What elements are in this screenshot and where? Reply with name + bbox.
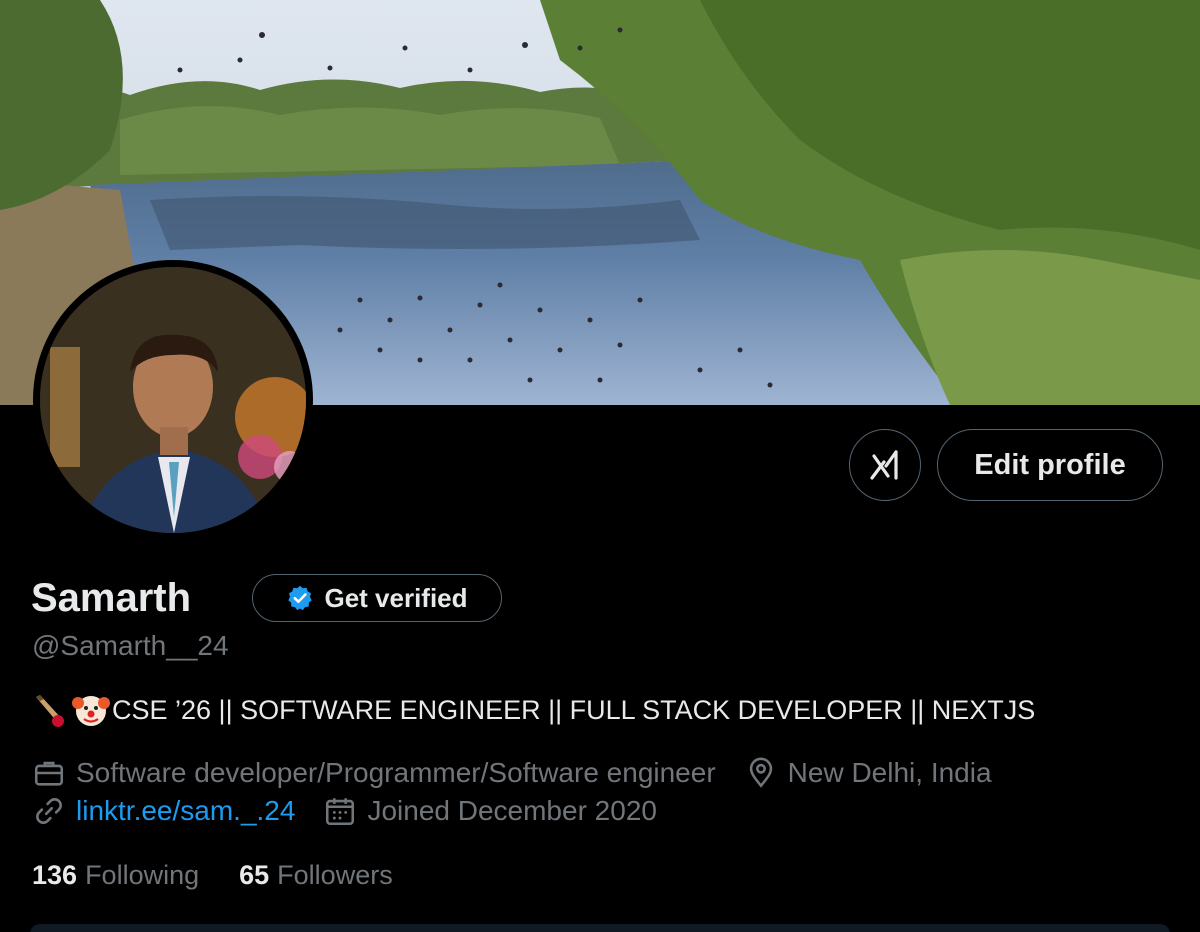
avatar-photo: [40, 267, 306, 533]
get-verified-label: Get verified: [324, 582, 468, 613]
followers-label: Followers: [277, 859, 393, 890]
user-handle: @Samarth__24: [32, 630, 229, 661]
profile-bio: CSE ’26 || SOFTWARE ENGINEER || FULL STA…: [32, 690, 1035, 730]
followers-link[interactable]: 65 Followers: [239, 860, 393, 891]
cricket-bat-emoji: [36, 695, 64, 727]
display-name: Samarth: [31, 576, 192, 620]
profile-page: Edit profile Samarth Get verified @Samar…: [0, 0, 1200, 932]
profile-avatar[interactable]: [33, 260, 313, 540]
joined-text: Joined December 2020: [367, 795, 657, 826]
followers-count: 65: [239, 859, 270, 890]
briefcase-icon: [34, 761, 64, 786]
following-label: Following: [85, 859, 200, 890]
calendar-icon: [326, 798, 355, 826]
link-icon: [36, 798, 62, 824]
profession-text: Software developer/Programmer/Software e…: [76, 757, 716, 788]
edit-profile-button[interactable]: Edit profile: [937, 429, 1163, 501]
website-link[interactable]: linktr.ee/sam._.24: [76, 795, 295, 827]
profile-meta-row-1: Software developer/Programmer/Software e…: [32, 754, 1020, 792]
profession-item: Software developer/Programmer/Software e…: [32, 756, 716, 790]
next-section-edge: [30, 924, 1170, 932]
clown-face-emoji: [72, 696, 110, 726]
profile-meta-row-2: linktr.ee/sam._.24 Joined December 2020: [32, 792, 685, 830]
joined-item: Joined December 2020: [323, 794, 657, 828]
location-pin-icon: [749, 757, 772, 788]
location-item: New Delhi, India: [744, 756, 992, 790]
location-text: New Delhi, India: [787, 757, 992, 788]
grok-icon: [870, 450, 898, 480]
follow-counts: 136 Following 65 Followers: [32, 856, 433, 894]
grok-button[interactable]: [849, 429, 921, 501]
following-count: 136: [32, 859, 78, 890]
get-verified-button[interactable]: Get verified: [252, 574, 502, 622]
website-item[interactable]: linktr.ee/sam._.24: [32, 794, 295, 828]
bio-text: CSE ’26 || SOFTWARE ENGINEER || FULL STA…: [112, 694, 1036, 725]
verified-badge-icon: [288, 585, 313, 611]
following-link[interactable]: 136 Following: [32, 860, 199, 891]
